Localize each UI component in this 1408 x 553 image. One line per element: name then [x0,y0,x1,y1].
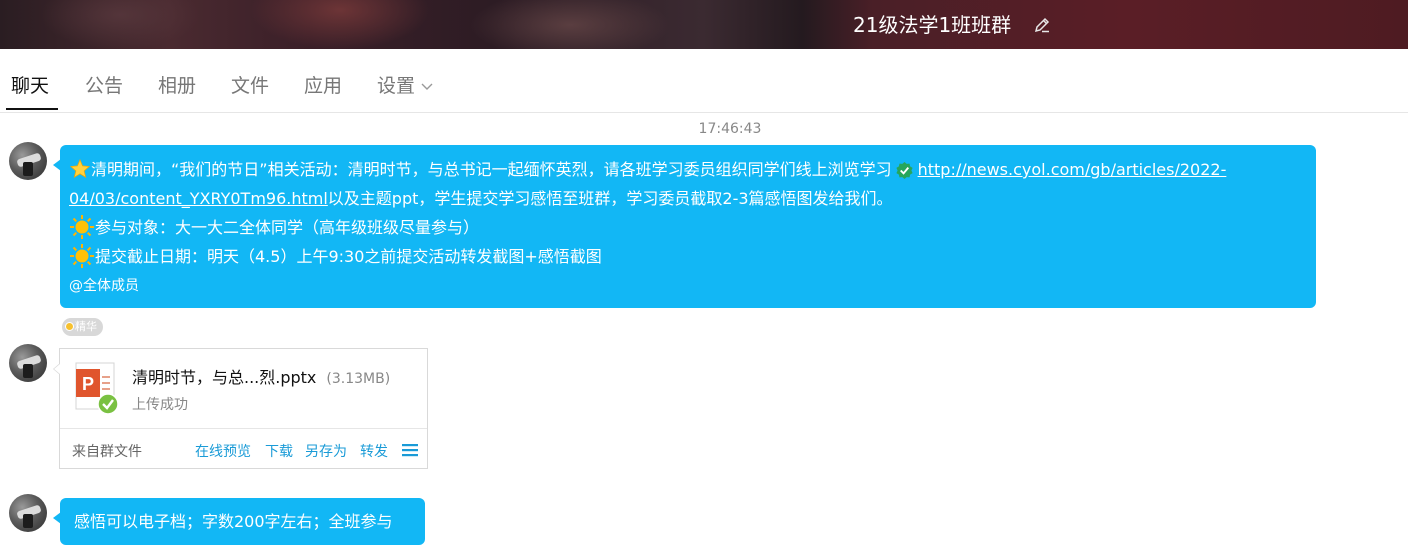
tab-album[interactable]: 相册 [158,73,196,99]
group-banner: 21级法学1班班群 [0,0,1408,49]
file-source: 来自群文件 [72,444,142,460]
mention-all-members[interactable]: @全体成员 [69,271,1307,301]
tab-bar: 聊天 公告 相册 文件 应用 设置 [0,49,1408,113]
group-name: 21级法学1班班群 [853,13,1012,37]
file-size: (3.13MB) [326,371,391,387]
banner-decoration [470,0,670,49]
star-emoji-icon [69,158,91,179]
avatar[interactable] [9,494,47,532]
message-text: 提交截止日期：明天（4.5）上午9:30之前提交活动转发截图+感悟截图 [95,247,602,266]
file-card-footer: 来自群文件 在线预览 下载 另存为 转发 [60,428,427,468]
message-text: 参与对象：大一大二全体同学（高年级班级尽量参与） [95,218,480,237]
file-card[interactable]: P 清明时节，与总...烈.pptx (3.13MB) 上传成功 来自群文件 在线… [53,348,428,469]
article-link-continued[interactable]: 04/03/content_YXRY0Tm96.html [69,189,328,208]
tab-chat[interactable]: 聊天 [11,73,49,99]
edit-icon[interactable] [1033,16,1051,34]
upload-status: 上传成功 [132,397,188,413]
essence-dot-icon [65,322,74,331]
check-mark-emoji-icon [896,161,913,180]
save-as-button[interactable]: 另存为 [305,441,347,461]
forward-button[interactable]: 转发 [360,441,388,461]
banner-decoration [250,0,430,49]
tab-files[interactable]: 文件 [231,73,269,99]
avatar[interactable] [9,142,47,180]
file-name-text: 清明时节，与总...烈.pptx [132,368,317,387]
message-bubble[interactable]: 感悟可以电子档；字数200字左右；全班参与 [53,498,425,545]
banner-decoration [40,0,200,49]
svg-text:P: P [82,374,94,394]
message-line: 提交截止日期：明天（4.5）上午9:30之前提交活动转发截图+感悟截图 [69,242,1307,271]
message-text: 感悟可以电子档；字数200字左右；全班参与 [74,512,393,531]
avatar[interactable] [9,344,47,382]
message-line: 清明期间，“我们的节日”相关活动：清明时节，与总书记一起缅怀英烈，请各班学习委员… [69,155,1307,184]
active-tab-indicator [6,108,58,110]
message-timestamp: 17:46:43 [698,121,762,137]
message-bubble[interactable]: 清明期间，“我们的节日”相关活动：清明时节，与总书记一起缅怀英烈，请各班学习委员… [53,145,1316,308]
message-line: 04/03/content_YXRY0Tm96.html以及主题ppt，学生提交… [69,184,1307,213]
tab-settings-label: 设置 [377,75,416,97]
sun-emoji-icon [70,244,94,268]
tab-announcement[interactable]: 公告 [85,73,123,99]
more-menu-icon[interactable] [402,443,418,457]
tab-settings[interactable]: 设置 [377,73,433,99]
preview-online-button[interactable]: 在线预览 [195,441,251,461]
message-text: 清明期间，“我们的节日”相关活动：清明时节，与总书记一起缅怀英烈，请各班学习委员… [91,160,892,179]
message-line: 参与对象：大一大二全体同学（高年级班级尽量参与） [69,213,1307,242]
essence-badge-label: 精华 [75,320,97,333]
message-text: 以及主题ppt，学生提交学习感悟至班群，学习委员截取2-3篇感悟图发给我们。 [327,189,893,208]
file-name: 清明时节，与总...烈.pptx (3.13MB) [132,364,390,388]
essence-badge[interactable]: 精华 [62,318,103,336]
sun-emoji-icon [70,215,94,239]
download-button[interactable]: 下载 [265,441,293,461]
article-link[interactable]: http://news.cyol.com/gb/articles/2022- [918,160,1227,179]
pptx-file-icon: P [75,362,119,415]
chevron-down-icon [421,83,433,90]
tab-apps[interactable]: 应用 [304,73,342,99]
